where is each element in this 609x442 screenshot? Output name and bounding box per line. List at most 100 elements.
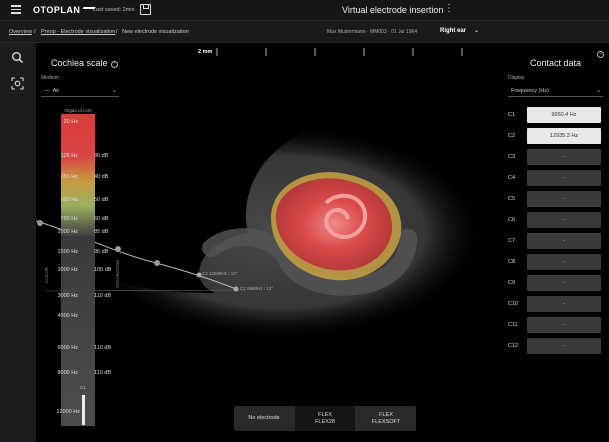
tool-strip (0, 43, 36, 442)
logo-text: OTOPLAN (33, 5, 81, 15)
flex28-brand: FLEX (318, 411, 332, 418)
level-label: 30 dB (94, 153, 109, 159)
ear-value: Right ear (440, 28, 467, 34)
contact-value[interactable]: - (527, 317, 601, 333)
contact-value[interactable]: - (527, 191, 601, 207)
medium-value: — Air (44, 88, 60, 94)
level-label: 50 dB (94, 197, 109, 203)
contact-label: C2 (508, 133, 516, 139)
contact-label: C3 (508, 154, 516, 160)
electrode-viewer[interactable]: 2 mm C2 12935Hz / 13° C1 9950Hz / 13° Co… (36, 43, 609, 442)
contact-label: C6 (508, 217, 516, 223)
level-label: 60 dB (94, 216, 109, 222)
flexsoft-brand: FLEX (379, 411, 393, 418)
freq-label: 8000 Hz (57, 370, 79, 376)
medium-select[interactable]: — Air ⌄ (41, 85, 119, 97)
electrode-contact-c1[interactable] (233, 286, 239, 292)
frequency-scale-gray (61, 236, 95, 426)
contact-label: C11 (508, 322, 518, 328)
freq-label: 1000 Hz (57, 229, 79, 235)
electrode-contact[interactable] (37, 220, 43, 226)
electrode-label-c2: C2 12935Hz / 13° (202, 271, 238, 276)
cochlea-scale-title: Cochlea scale? (51, 58, 118, 68)
save-icon[interactable] (140, 4, 151, 15)
last-saved-status: Last saved: 2min (93, 7, 135, 13)
freq-label: 500 Hz (60, 197, 78, 203)
level-label: 85 dB (94, 229, 109, 235)
menu-icon[interactable] (11, 5, 21, 15)
scale-slider-handle[interactable] (82, 395, 85, 425)
chevron-down-icon: ⌄ (595, 88, 601, 94)
freq-label: 20 Hz (63, 119, 78, 125)
breadcrumb-overview[interactable]: Overview (9, 29, 32, 35)
ruler-label: 2 mm (198, 49, 213, 55)
contact-value[interactable]: - (527, 275, 601, 291)
help-icon[interactable]: ? (110, 61, 118, 68)
contact-label: C7 (508, 238, 516, 244)
help-icon[interactable]: ? (597, 51, 604, 58)
freq-label: 12000 Hz (56, 409, 80, 415)
contact-label: C4 (508, 175, 516, 181)
freq-label: 1500 Hz (57, 249, 79, 255)
breadcrumb-preop[interactable]: Preop - Electrode visualization (41, 29, 115, 35)
flexsoft-label: FLEXSOFT (371, 418, 401, 425)
contact-value[interactable]: - (527, 254, 601, 270)
contact-value[interactable]: - (527, 170, 601, 186)
flex28-label: FLEX28 (315, 418, 335, 425)
patient-info: Max Mustermann · MM003 · 01 Jul 1964 (327, 29, 418, 35)
contact-value[interactable]: - (527, 338, 601, 354)
display-value: Frequency (Hz) (511, 88, 549, 94)
more-options-icon[interactable]: ⋮ (444, 4, 454, 16)
electrode-selector: No electrode FLEX FLEX28 FLEX FLEXSOFT (234, 406, 416, 431)
contact-label: C9 (508, 280, 516, 286)
no-electrode-label: No electrode (248, 415, 280, 421)
freq-label: 125 Hz (60, 153, 78, 159)
contact-label: C12 (508, 343, 519, 349)
freq-label: 750 Hz (60, 216, 78, 222)
electrode-label-c1: C1 9950Hz / 13° (240, 286, 274, 291)
display-select[interactable]: Frequency (Hz) ⌄ (508, 85, 603, 97)
contact-value[interactable]: - (527, 149, 601, 165)
search-icon[interactable] (11, 51, 24, 64)
contact-label: C5 (508, 196, 516, 202)
electrode-contact-c2[interactable] (196, 272, 202, 278)
organ-of-corti-label: Organ of corti (64, 108, 92, 113)
flexsoft-option[interactable]: FLEX FLEXSOFT (356, 406, 416, 431)
flex28-option[interactable]: FLEX FLEX28 (295, 406, 355, 431)
freq-label: 3000 Hz (57, 293, 79, 299)
contact-label: C1 (508, 112, 516, 118)
contact-label: C8 (508, 259, 516, 265)
contact-value[interactable]: - (527, 296, 601, 312)
freq-label: 6000 Hz (57, 345, 79, 351)
cochlea-visualization[interactable] (36, 43, 609, 442)
no-electrode-option[interactable]: No electrode (234, 406, 294, 431)
level-label: 105 dB (94, 267, 112, 273)
freq-label: 4000 Hz (57, 313, 79, 319)
freq-label: 2000 Hz (57, 267, 79, 273)
contact-value[interactable]: - (527, 212, 601, 228)
electrode-contact[interactable] (115, 246, 121, 252)
level-label: 40 dB (94, 174, 109, 180)
medium-value-text: Air (52, 88, 60, 94)
contact-value[interactable]: 9950.4 Hz (527, 107, 601, 123)
breadcrumb-separator: / (34, 29, 36, 35)
page-title: Virtual electrode insertion (342, 5, 444, 15)
breadcrumb-bar: Overview / Preop - Electrode visualizati… (0, 21, 609, 43)
chevron-down-icon: ⌄ (111, 88, 117, 94)
contact-label: C10 (508, 301, 519, 307)
contact-value[interactable]: - (527, 233, 601, 249)
level-label: 110 dB (94, 293, 112, 299)
electrode-contact[interactable] (154, 260, 160, 266)
level-label: 95 dB (94, 249, 109, 255)
focus-icon[interactable] (11, 77, 24, 90)
level-label: 110 dB (94, 345, 112, 351)
contact-value[interactable]: 12935.3 Hz (527, 128, 601, 144)
saturation-axis-label: SATURATION (115, 259, 120, 288)
top-bar: OTOPLAN Last saved: 2min Virtual electro… (0, 0, 609, 21)
cochlea-scale-title-text: Cochlea scale (51, 58, 108, 68)
contact-data-title: Contact data (530, 58, 582, 68)
breadcrumb-current: New electrode visualization (122, 29, 189, 35)
ear-select[interactable]: Right ear ⌄ (440, 27, 479, 34)
level-label: 110 dB (94, 370, 112, 376)
medium-label: Medium (41, 75, 59, 81)
